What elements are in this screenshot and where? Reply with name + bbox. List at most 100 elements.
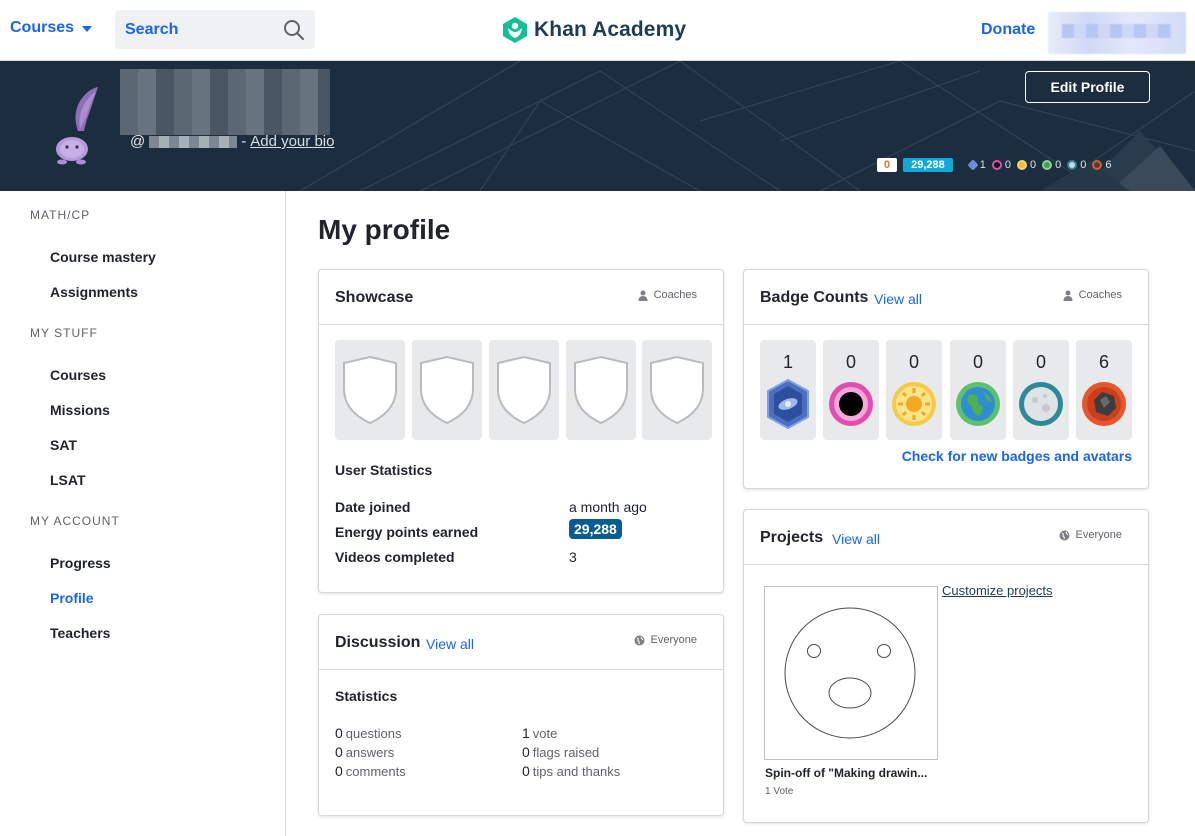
sidebar-item-teachers[interactable]: Teachers — [50, 625, 110, 641]
tips-and-thanks-stat: 0 tips and thanks — [522, 763, 621, 779]
courses-label: Courses — [10, 19, 75, 36]
showcase-visibility[interactable]: Coaches — [638, 289, 697, 301]
globe-icon — [634, 635, 645, 645]
meteorite-badge-icon — [1092, 160, 1103, 170]
sidebar-item-missions[interactable]: Missions — [50, 402, 110, 418]
search-input[interactable] — [125, 20, 275, 39]
projects-view-all-link[interactable]: View all — [832, 531, 880, 547]
add-bio-link[interactable]: Add your bio — [250, 133, 334, 150]
badge-slot-moon[interactable]: 0 — [1013, 340, 1069, 440]
badge-slot-challenge[interactable]: 1 — [760, 340, 816, 440]
logo-text: Khan Academy — [534, 18, 687, 41]
top-nav: Courses Khan Academy Donate — [0, 0, 1195, 61]
badge-count: 0 — [972, 352, 983, 372]
edit-profile-button[interactable]: Edit Profile — [1025, 71, 1150, 103]
sidebar-item-assignments[interactable]: Assignments — [50, 284, 138, 300]
showcase-title: Showcase — [335, 289, 414, 306]
globe-icon — [1059, 530, 1070, 540]
sun-badge-icon — [892, 382, 936, 426]
showcase-slot[interactable] — [489, 340, 559, 440]
challenge-badge-icon — [967, 159, 979, 171]
khan-academy-logo[interactable]: Khan Academy — [502, 16, 686, 44]
empty-shield-icon — [574, 355, 628, 425]
chevron-down-icon — [82, 26, 93, 32]
meteorite-badge-icon — [1082, 382, 1126, 426]
khan-logo-icon — [503, 17, 527, 43]
sidebar-section-math: MATH/CP — [30, 208, 91, 222]
videos-completed-label: Videos completed — [335, 549, 455, 565]
showcase-slot[interactable] — [642, 340, 712, 440]
badge-counts-visibility[interactable]: Coaches — [1063, 289, 1122, 301]
username-row: @ - Add your bio — [130, 133, 334, 150]
project-title[interactable]: Spin-off of "Making drawin... — [765, 766, 927, 780]
energy-points-label: Energy points earned — [335, 524, 479, 540]
date-joined-value: a month ago — [569, 499, 647, 515]
sidebar-item-progress[interactable]: Progress — [50, 555, 111, 571]
mini-badge-moon: 0 — [1067, 159, 1086, 171]
moon-badge-icon — [1067, 160, 1078, 170]
donate-link[interactable]: Donate — [981, 21, 1035, 39]
avatar[interactable] — [50, 85, 100, 165]
votes-stat: 1 vote — [522, 725, 558, 741]
streak-badge: 0 — [877, 158, 898, 172]
projects-card: Projects View all Everyone Customize pro… — [743, 509, 1149, 823]
username-prefix: @ — [130, 133, 146, 150]
showcase-slot[interactable] — [335, 340, 405, 440]
sidebar-item-sat[interactable]: SAT — [50, 437, 77, 453]
page-title: My profile — [318, 214, 451, 245]
courses-menu-button[interactable]: Courses — [10, 19, 93, 37]
empty-shield-icon — [420, 355, 474, 425]
check-new-badges-link[interactable]: Check for new badges and avatars — [902, 448, 1132, 464]
showcase-slot[interactable] — [412, 340, 482, 440]
user-menu-button[interactable] — [1048, 12, 1186, 54]
mini-badge-meteorite: 6 — [1092, 159, 1112, 171]
videos-completed-value: 3 — [569, 549, 577, 565]
showcase-slot[interactable] — [566, 340, 636, 440]
sidebar-section-my-stuff: MY STUFF — [30, 326, 98, 340]
projects-title: Projects — [760, 529, 824, 546]
empty-shield-icon — [497, 355, 551, 425]
date-joined-label: Date joined — [335, 499, 411, 515]
sidebar-item-courses[interactable]: Courses — [50, 367, 106, 383]
earth-badge-icon — [956, 382, 1000, 426]
mini-badge-counts[interactable]: 1 0 0 0 0 6 — [967, 159, 1114, 171]
moon-badge-icon — [1019, 382, 1063, 426]
search-box[interactable] — [115, 10, 315, 49]
badge-slot-sun[interactable]: 0 — [886, 340, 942, 440]
sun-badge-icon — [1017, 160, 1028, 170]
mini-badge-sun: 0 — [1017, 159, 1036, 171]
badge-count: 0 — [845, 352, 856, 372]
badge-count: 1 — [782, 352, 793, 372]
user-statistics-title: User Statistics — [335, 462, 433, 478]
empty-shield-icon — [650, 355, 704, 425]
badge-slot-earth[interactable]: 0 — [950, 340, 1006, 440]
showcase-header: Showcase Coaches — [319, 270, 723, 325]
display-name-blurred — [120, 69, 330, 135]
comments-stat: 0 comments — [335, 763, 406, 779]
projects-visibility[interactable]: Everyone — [1059, 529, 1122, 541]
badge-slot-black-hole[interactable]: 0 — [823, 340, 879, 440]
discussion-view-all-link[interactable]: View all — [426, 636, 474, 652]
discussion-statistics-title: Statistics — [335, 688, 398, 704]
badge-counts-card: Badge Counts View all Coaches 1 0 0 0 0 … — [743, 269, 1149, 489]
mini-badge-blackhole: 0 — [991, 159, 1011, 171]
badge-counts-view-all-link[interactable]: View all — [874, 291, 922, 307]
banner-stats: 0 29,288 1 0 0 0 0 6 — [877, 158, 1114, 172]
showcase-card: Showcase Coaches User Statistics Date jo… — [318, 269, 724, 593]
discussion-visibility[interactable]: Everyone — [634, 634, 697, 646]
sidebar-item-course-mastery[interactable]: Course mastery — [50, 249, 156, 265]
project-thumbnail[interactable] — [764, 586, 938, 760]
mini-badge-earth: 0 — [1042, 159, 1061, 171]
questions-stat: 0 questions — [335, 725, 402, 741]
sidebar-nav: MATH/CP Course mastery Assignments MY ST… — [0, 191, 286, 836]
sidebar-item-profile[interactable]: Profile — [50, 590, 94, 606]
empty-shield-icon — [343, 355, 397, 425]
earth-badge-icon — [1042, 160, 1053, 170]
search-icon[interactable] — [283, 19, 305, 41]
customize-projects-link[interactable]: Customize projects — [942, 583, 1053, 598]
badge-counts-title: Badge Counts — [760, 289, 869, 306]
person-icon — [1063, 290, 1073, 301]
energy-points-badge: 29,288 — [903, 158, 953, 172]
sidebar-item-lsat[interactable]: LSAT — [50, 472, 86, 488]
badge-slot-meteorite[interactable]: 6 — [1076, 340, 1132, 440]
